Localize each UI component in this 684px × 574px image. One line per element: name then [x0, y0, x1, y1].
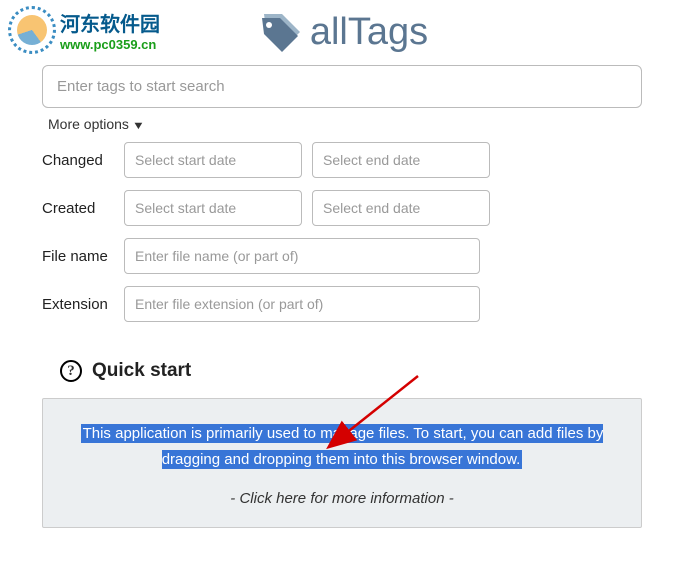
filename-input[interactable]: [124, 238, 480, 274]
chevron-down-icon: ▼: [132, 120, 145, 132]
filter-panel: Changed Created File name Extension: [42, 142, 642, 322]
quickstart-description: This application is primarily used to ma…: [81, 424, 604, 469]
created-label: Created: [42, 200, 124, 217]
changed-end-date-input[interactable]: [312, 142, 490, 178]
filename-label: File name: [42, 248, 124, 265]
watermark-url: www.pc0359.cn: [60, 37, 160, 52]
more-options-toggle[interactable]: More options ▼: [42, 108, 642, 142]
help-icon: ?: [60, 360, 82, 382]
watermark-logo-icon: [8, 6, 56, 54]
extension-label: Extension: [42, 296, 124, 313]
changed-start-date-input[interactable]: [124, 142, 302, 178]
watermark-overlay: 河东软件园 www.pc0359.cn: [8, 6, 160, 54]
created-end-date-input[interactable]: [312, 190, 490, 226]
tag-icon: [256, 8, 304, 56]
changed-label: Changed: [42, 152, 124, 169]
created-start-date-input[interactable]: [124, 190, 302, 226]
extension-input[interactable]: [124, 286, 480, 322]
tag-search-input[interactable]: [42, 65, 642, 108]
quickstart-title: Quick start: [92, 360, 191, 382]
app-title: allTags: [310, 11, 428, 54]
quickstart-more-link[interactable]: - Click here for more information -: [71, 490, 613, 507]
quickstart-box[interactable]: This application is primarily used to ma…: [42, 398, 642, 528]
watermark-title: 河东软件园: [60, 8, 160, 37]
